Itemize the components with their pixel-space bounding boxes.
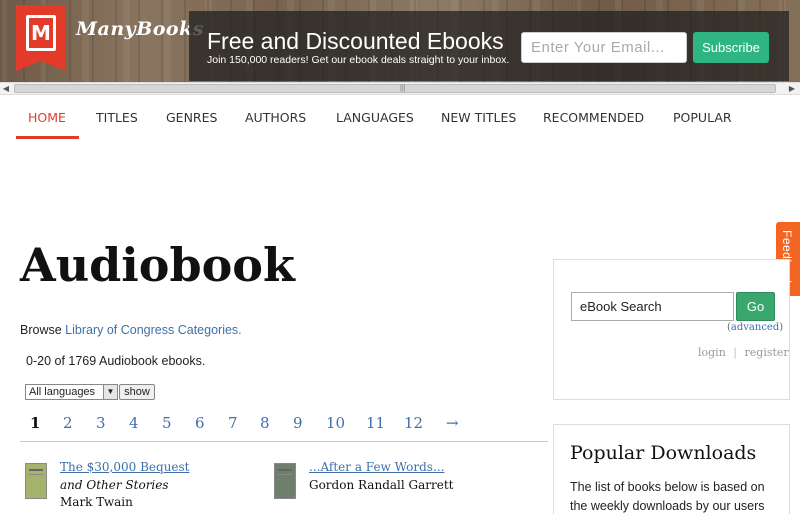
chevron-down-icon: ▼ (103, 385, 117, 399)
book-subtitle: and Other Stories (60, 478, 169, 492)
divider (20, 441, 548, 442)
promo-title: Free and Discounted Ebooks (207, 28, 504, 54)
page-5[interactable]: 5 (162, 414, 172, 432)
language-select[interactable]: All languages ▼ (25, 384, 118, 400)
book-author: Gordon Randall Garrett (309, 478, 454, 492)
results-count: 0-20 of 1769 Audiobook ebooks. (26, 354, 206, 368)
search-input[interactable] (571, 292, 734, 321)
nav-home[interactable]: HOME (28, 110, 66, 125)
nav-authors[interactable]: AUTHORS (245, 110, 306, 125)
page-3[interactable]: 3 (96, 414, 106, 432)
login-link[interactable]: login (698, 346, 726, 359)
scroll-left-icon[interactable]: ◀ (0, 83, 12, 94)
auth-links: login | register (698, 346, 789, 359)
promo-subtitle: Join 150,000 readers! Get our ebook deal… (207, 54, 510, 66)
page-9[interactable]: 9 (293, 414, 303, 432)
popular-downloads-panel: Popular Downloads The list of books belo… (553, 424, 790, 514)
page-6[interactable]: 6 (195, 414, 205, 432)
page-11[interactable]: 11 (366, 414, 385, 432)
search-panel: Go (advanced) login | register (553, 259, 790, 400)
subscribe-button[interactable]: Subscribe (693, 32, 769, 63)
go-button[interactable]: Go (736, 292, 775, 321)
page-title: Audiobook (20, 238, 295, 292)
page-2[interactable]: 2 (63, 414, 73, 432)
scrollbar-thumb[interactable]: ||| (14, 84, 776, 93)
page-10[interactable]: 10 (326, 414, 345, 432)
show-button[interactable]: show (119, 384, 155, 400)
page-1: 1 (30, 414, 41, 432)
page-4[interactable]: 4 (129, 414, 139, 432)
next-page-arrow-icon[interactable]: → (446, 414, 459, 432)
register-link[interactable]: register (745, 346, 789, 359)
nav-new-titles[interactable]: NEW TITLES (441, 110, 516, 125)
newsletter-promo: Free and Discounted Ebooks Join 150,000 … (189, 11, 789, 81)
advanced-search-link[interactable]: advanced (731, 322, 779, 333)
pagination: 1 2 3 4 5 6 7 8 9 10 11 12 → (0, 412, 548, 442)
book-title-link[interactable]: The $30,000 Bequest (60, 460, 190, 474)
browse-prefix: Browse (20, 323, 62, 337)
book-title-link[interactable]: ...After a Few Words... (309, 460, 444, 474)
page-12[interactable]: 12 (404, 414, 423, 432)
popular-description: The list of books below is based on the … (570, 480, 765, 513)
email-input[interactable] (521, 32, 687, 63)
grip-icon: ||| (400, 85, 406, 92)
book-author: Mark Twain (60, 495, 133, 509)
browse-line: Browse Library of Congress Categories. (20, 323, 242, 337)
site-logo[interactable]: M (16, 5, 66, 71)
scroll-right-icon[interactable]: ▶ (786, 83, 798, 94)
site-logo-text[interactable]: ManyBooks (76, 18, 204, 40)
advanced-search: (advanced) (727, 322, 784, 333)
book-cover[interactable] (274, 463, 296, 499)
nav-recommended[interactable]: RECOMMENDED (543, 110, 644, 125)
nav-languages[interactable]: LANGUAGES (336, 110, 414, 125)
language-select-value: All languages (29, 386, 96, 398)
loc-categories-link[interactable]: Library of Congress Categories. (65, 323, 241, 337)
horizontal-scrollbar[interactable]: ◀ ||| ▶ (0, 82, 800, 95)
popular-title: Popular Downloads (570, 442, 757, 464)
header-banner: M ManyBooks Free and Discounted Ebooks J… (0, 0, 800, 82)
book-logo-icon: M (26, 15, 56, 51)
nav-active-indicator (16, 136, 79, 139)
nav-genres[interactable]: GENRES (166, 110, 217, 125)
page-8[interactable]: 8 (260, 414, 270, 432)
nav-popular[interactable]: POPULAR (673, 110, 732, 125)
main-nav: HOME TITLES GENRES AUTHORS LANGUAGES NEW… (0, 96, 800, 142)
separator: | (733, 346, 738, 359)
book-cover[interactable] (25, 463, 47, 499)
page-7[interactable]: 7 (228, 414, 238, 432)
nav-titles[interactable]: TITLES (96, 110, 138, 125)
